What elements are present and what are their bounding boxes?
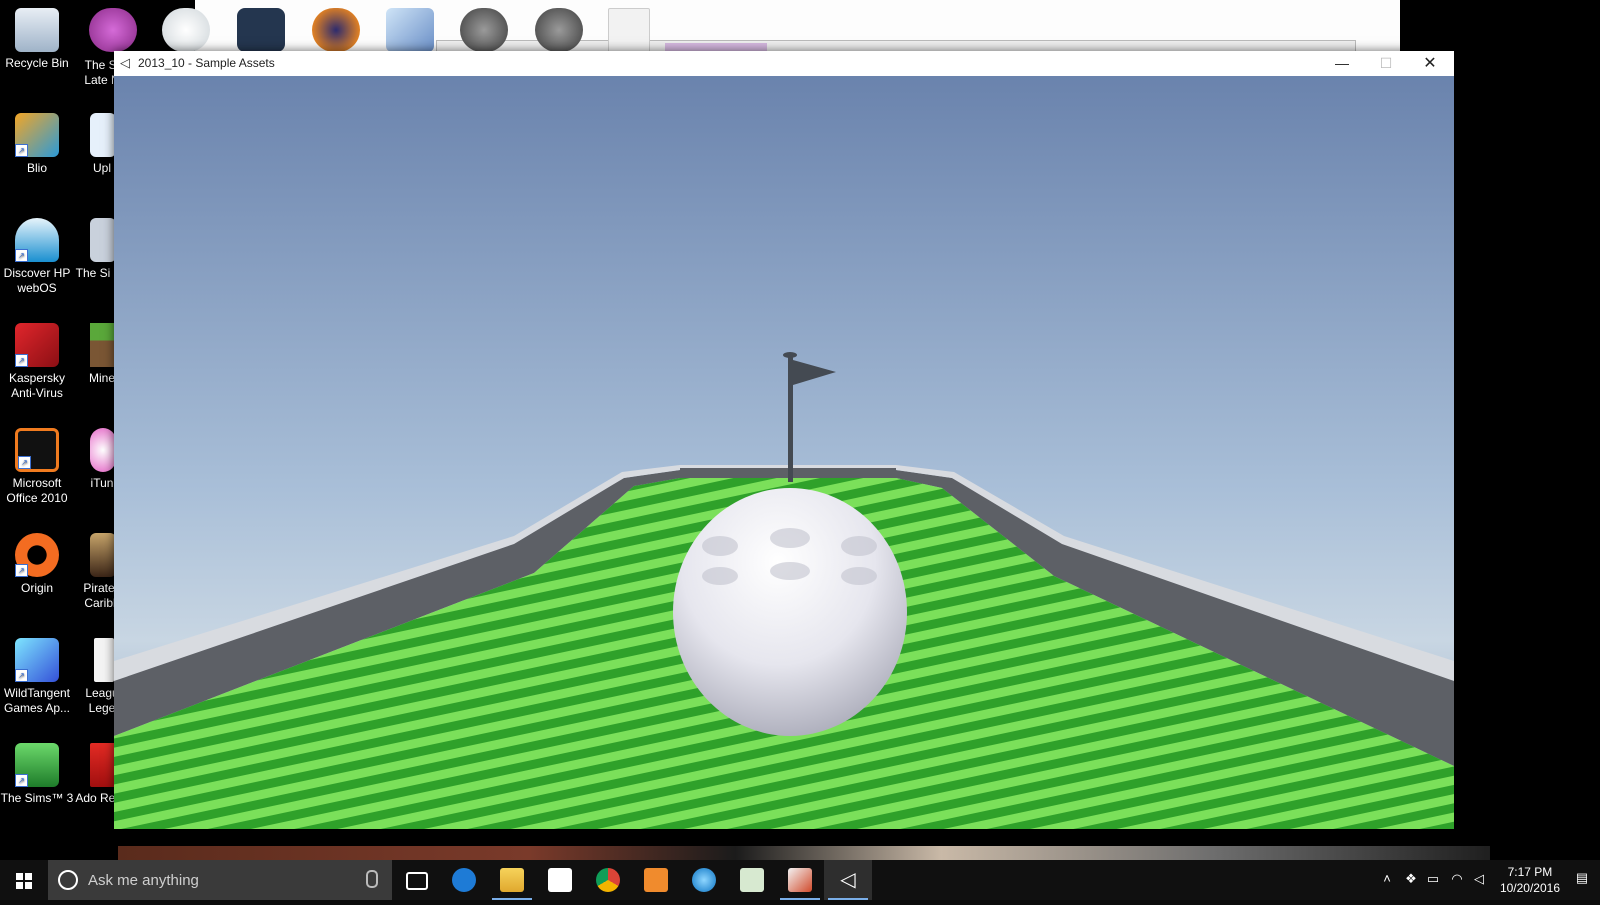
- desktop-icon-label: Mine: [88, 371, 115, 385]
- desktop-icon-origin[interactable]: ↗ Origin: [0, 533, 77, 596]
- desktop-icon-label: iTun: [90, 476, 114, 490]
- pirates-icon: [90, 533, 116, 577]
- desktop-icon-wildtangent[interactable]: ↗ WildTangent Games Ap...: [0, 638, 77, 716]
- clock-date: 10/20/2016: [1499, 881, 1560, 895]
- unity-icon: ◁: [840, 869, 856, 891]
- kaspersky-icon: ↗: [15, 323, 59, 367]
- taskbar-hp-store[interactable]: [728, 860, 776, 900]
- clock-time: 7:17 PM: [1507, 865, 1553, 879]
- league-icon: [94, 638, 114, 682]
- clock[interactable]: 7:17 PM 10/20/2016: [1500, 864, 1560, 896]
- file-explorer-icon: [500, 868, 524, 892]
- desktop-icon-label: Blio: [26, 161, 47, 175]
- wallpaper-photo-strip: [118, 846, 1490, 860]
- desktop-icon-kaspersky[interactable]: ↗ Kaspersky Anti-Virus: [0, 323, 77, 401]
- edge-icon: [452, 868, 476, 892]
- golf-ball: [673, 488, 907, 736]
- desktop-icon-label: Upl: [92, 161, 111, 175]
- taskbar-cards[interactable]: [776, 860, 824, 900]
- origin-icon: ↗: [15, 533, 59, 577]
- search-placeholder: Ask me anything: [88, 872, 199, 889]
- battery-icon[interactable]: ▭: [1426, 872, 1440, 886]
- desktop-icon-recycle-bin[interactable]: Recycle Bin: [0, 8, 77, 71]
- virtualbox-icon[interactable]: [386, 8, 434, 52]
- desktop-icon-label: WildTangent Games Ap...: [3, 686, 71, 715]
- golf-scene: [114, 76, 1454, 829]
- sims-icon[interactable]: [89, 8, 137, 52]
- system-tray: ˄ ❖ ▭ ◠ ◁ 7:17 PM 10/20/2016 ▤: [1380, 860, 1600, 900]
- cortana-search-box[interactable]: Ask me anything: [48, 860, 392, 900]
- game-viewport[interactable]: [114, 76, 1454, 829]
- background-window-tab: [665, 43, 767, 51]
- desktop-icon-label: Microsoft Office 2010: [6, 476, 68, 505]
- blio-icon: ↗: [15, 113, 59, 157]
- file-icon[interactable]: [608, 8, 650, 54]
- hp-support-icon: [692, 868, 716, 892]
- taskbar-hp-support[interactable]: [680, 860, 728, 900]
- unity-icon: ◁: [120, 55, 130, 70]
- maximize-button[interactable]: ☐: [1364, 51, 1408, 76]
- windows-logo-icon: [16, 873, 32, 889]
- desktop-icon-office[interactable]: ↗ Microsoft Office 2010: [0, 428, 77, 506]
- taskbar-media-player[interactable]: [632, 860, 680, 900]
- taskbar-edge[interactable]: [440, 860, 488, 900]
- minecraft-icon: [90, 323, 116, 367]
- task-view-icon: [406, 872, 428, 890]
- taskbar-chrome[interactable]: [584, 860, 632, 900]
- adobe-reader-icon: [90, 743, 116, 787]
- chrome-icon: [596, 868, 620, 892]
- sims-icon[interactable]: [162, 8, 210, 52]
- flag-pole: [788, 356, 793, 482]
- dropbox-icon[interactable]: ❖: [1404, 872, 1418, 886]
- cards-icon: [788, 868, 812, 892]
- microphone-icon[interactable]: [366, 870, 378, 888]
- window-title: 2013_10 - Sample Assets: [138, 56, 275, 70]
- taskbar-file-explorer[interactable]: [488, 860, 536, 900]
- taskbar: Ask me anything ◁ ˄ ❖ ▭ ◠ ◁ 7:17 PM 10/2…: [0, 860, 1600, 900]
- desktop-icon-label: Recycle Bin: [5, 56, 69, 70]
- desktop-icon-label: Discover HP webOS: [3, 266, 71, 295]
- film-reel-icon[interactable]: [460, 8, 508, 52]
- taskbar-unity[interactable]: ◁: [824, 860, 872, 900]
- sims-icon: ↗: [15, 743, 59, 787]
- desktop-icon-sims3[interactable]: ↗ The Sims™ 3: [0, 743, 77, 806]
- store-icon: [548, 868, 572, 892]
- unity-player-window[interactable]: ◁ 2013_10 - Sample Assets — ☐ ✕: [114, 51, 1454, 829]
- hp-store-icon: [740, 868, 764, 892]
- media-player-icon: [644, 868, 668, 892]
- uplay-icon: [90, 113, 116, 157]
- chevron-up-icon[interactable]: ˄: [1380, 872, 1394, 886]
- minimize-button[interactable]: —: [1320, 51, 1364, 76]
- hp-webos-icon: ↗: [15, 218, 59, 262]
- office-icon: ↗: [15, 428, 59, 472]
- itunes-icon: [90, 428, 116, 472]
- desktop-icon-label: The Sims™ 3: [0, 791, 74, 805]
- task-view-button[interactable]: [392, 860, 440, 900]
- rs-icon[interactable]: [237, 8, 285, 52]
- desktop-icon-blio[interactable]: ↗ Blio: [0, 113, 77, 176]
- eclipse-icon[interactable]: [312, 8, 360, 52]
- recycle-bin-icon: [15, 8, 59, 52]
- volume-icon[interactable]: ◁: [1472, 872, 1486, 886]
- desktop-icon-hp-webos[interactable]: ↗ Discover HP webOS: [0, 218, 77, 296]
- wildtangent-icon: ↗: [15, 638, 59, 682]
- close-button[interactable]: ✕: [1408, 51, 1452, 76]
- window-titlebar[interactable]: ◁ 2013_10 - Sample Assets — ☐ ✕: [114, 51, 1454, 77]
- wifi-icon[interactable]: ◠: [1450, 872, 1464, 886]
- film-reel-icon[interactable]: [535, 8, 583, 52]
- desktop-icon-label: Origin: [20, 581, 53, 595]
- sims-icon: [90, 218, 116, 262]
- cortana-icon: [58, 870, 78, 890]
- taskbar-store[interactable]: [536, 860, 584, 900]
- start-button[interactable]: [0, 860, 48, 900]
- action-center-icon[interactable]: ▤: [1574, 871, 1590, 887]
- desktop-icon-label: Kaspersky Anti-Virus: [8, 371, 66, 400]
